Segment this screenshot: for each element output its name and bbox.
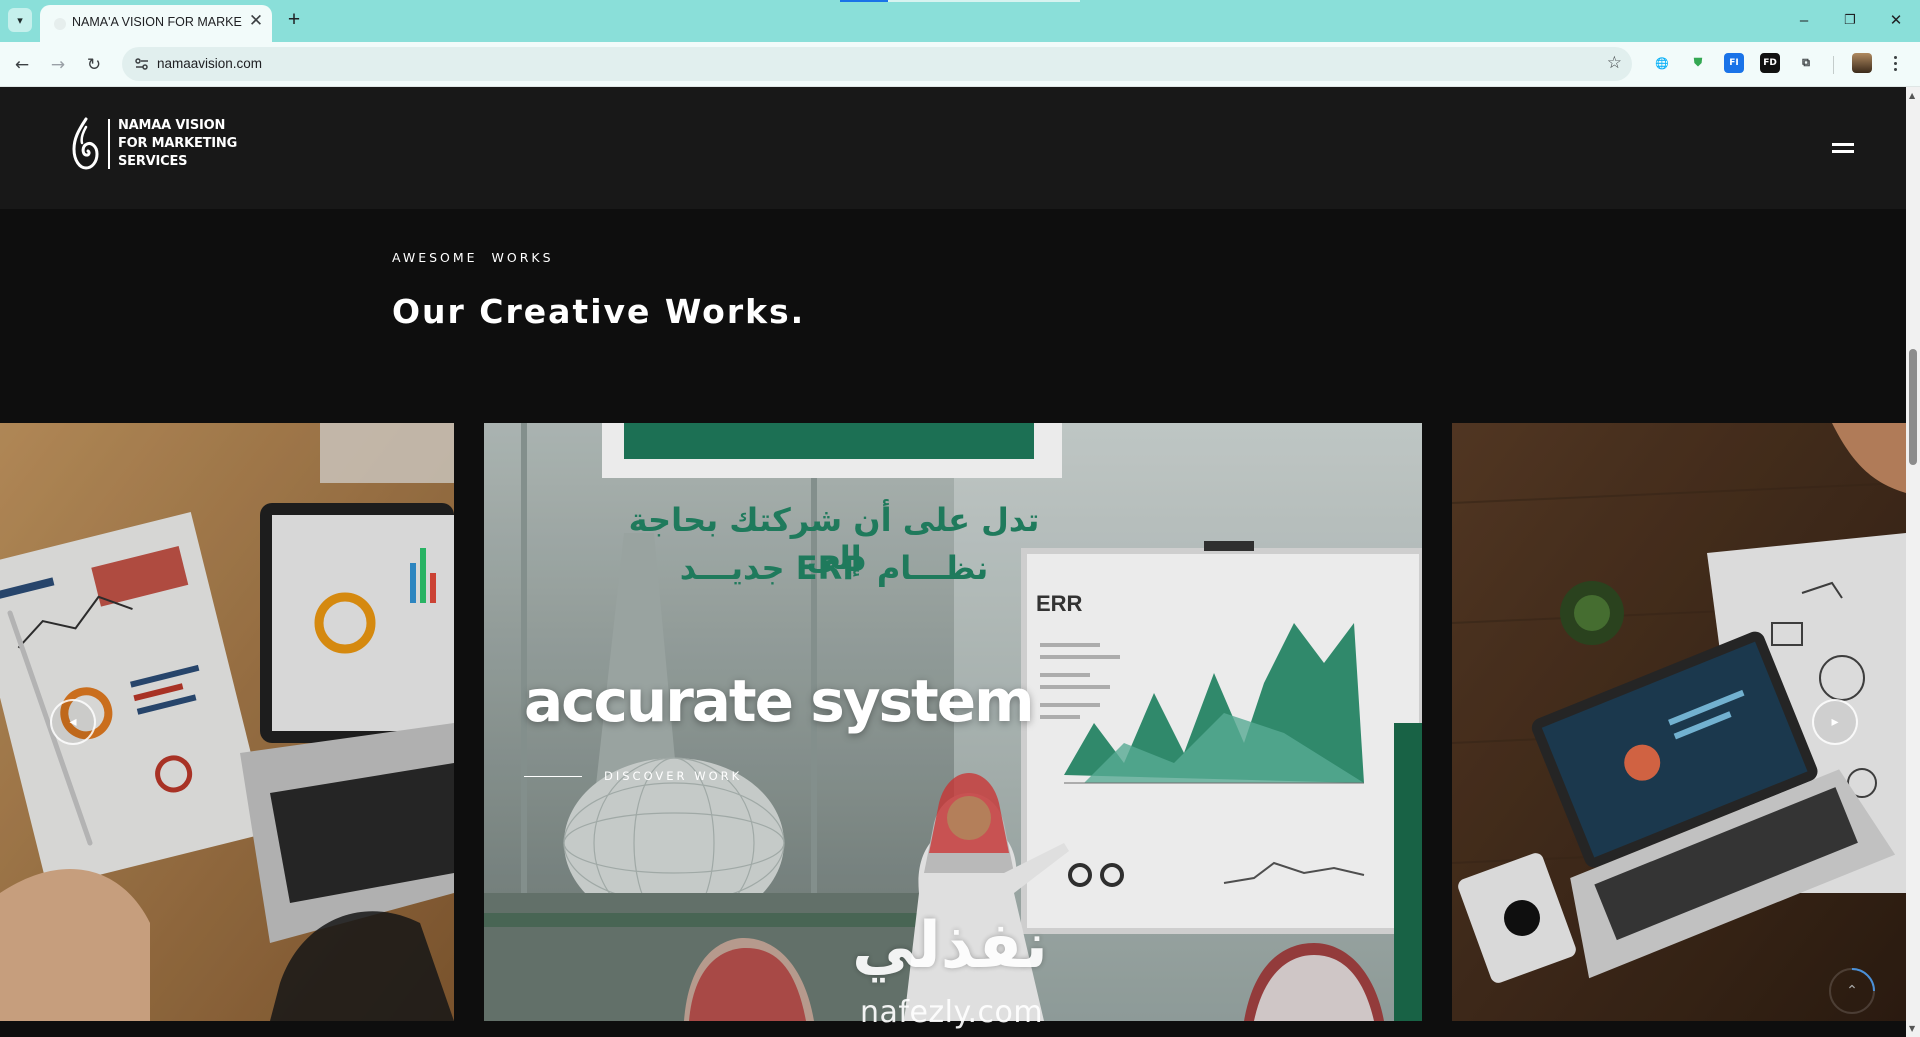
- shield-extension-icon[interactable]: ⛊: [1688, 53, 1708, 73]
- toolbar-divider: [1833, 56, 1834, 74]
- tab-close-icon[interactable]: ✕: [246, 11, 266, 31]
- puzzle-extensions-icon[interactable]: ⧉: [1796, 53, 1816, 73]
- address-bar[interactable]: namaavision.com ☆: [122, 47, 1632, 81]
- restore-window-button[interactable]: ❐: [1832, 6, 1868, 34]
- scroll-up-arrow-icon[interactable]: ▲: [1909, 91, 1915, 100]
- logo-line-1: NAMAA VISION: [118, 118, 226, 133]
- profile-avatar[interactable]: [1852, 53, 1872, 73]
- url-text: namaavision.com: [157, 56, 263, 71]
- bookmark-star-icon[interactable]: ☆: [1607, 53, 1622, 73]
- logo-divider: [108, 119, 110, 169]
- hamburger-menu-icon[interactable]: [1832, 143, 1854, 155]
- browser-toolbar: ← → ↻ namaavision.com ☆ 🌐 ⛊ FI FD ⧉: [0, 42, 1920, 87]
- ad-headline-arabic-line-2: نظـــام ERP جديـــد: [679, 549, 989, 587]
- logo-line-3: SERVICES: [118, 154, 188, 169]
- logo-flame-icon: [72, 117, 99, 170]
- discover-work-link[interactable]: DISCOVER WORK: [524, 769, 742, 783]
- scrollbar-thumb[interactable]: [1909, 349, 1917, 465]
- back-to-top-button[interactable]: ⌃: [1830, 969, 1874, 1013]
- section-eyebrow: AWESOME WORKS: [392, 250, 554, 265]
- section-title: Our Creative Works.: [392, 292, 806, 331]
- browser-tab-active[interactable]: NAMA'A VISION FOR MARKETI ✕: [40, 5, 272, 42]
- loading-indicator-track: [888, 0, 1080, 2]
- chevron-up-icon: ⌃: [1846, 983, 1858, 999]
- loading-indicator: [840, 0, 888, 2]
- page-scrollbar[interactable]: ▲ ▼: [1906, 87, 1920, 1037]
- slide-caption-title[interactable]: accurate system: [524, 667, 1035, 735]
- forward-arrow-icon[interactable]: →: [44, 51, 72, 79]
- slider-next-button[interactable]: ▸: [1812, 699, 1858, 745]
- minimize-window-button[interactable]: –: [1786, 6, 1822, 34]
- reload-icon[interactable]: ↻: [80, 51, 108, 79]
- caption-line-divider: [524, 775, 582, 777]
- site-logo[interactable]: NAMAA VISION FOR MARKETING SERVICES: [70, 117, 237, 171]
- close-window-button[interactable]: ✕: [1878, 6, 1914, 34]
- web-page: NAMAA VISION FOR MARKETING SERVICES AWES…: [0, 87, 1906, 1037]
- site-header: NAMAA VISION FOR MARKETING SERVICES: [0, 87, 1906, 209]
- translate-extension-icon[interactable]: 🌐: [1652, 53, 1672, 73]
- back-arrow-icon[interactable]: ←: [8, 51, 36, 79]
- site-info-tune-icon[interactable]: [132, 54, 152, 74]
- tab-favicon-icon: [54, 18, 66, 30]
- logo-text: NAMAA VISION FOR MARKETING SERVICES: [118, 117, 237, 171]
- discover-work-label: DISCOVER WORK: [604, 769, 743, 783]
- tab-title: NAMA'A VISION FOR MARKETI: [72, 15, 242, 29]
- tab-search-chevron-icon[interactable]: ▾: [8, 8, 32, 32]
- new-tab-button[interactable]: +: [282, 8, 306, 32]
- browser-tab-strip: ▾ NAMA'A VISION FOR MARKETI ✕ + – ❐ ✕: [0, 0, 1920, 42]
- fd-extension-icon[interactable]: FD: [1760, 53, 1780, 73]
- slider-prev-button[interactable]: ◂: [50, 699, 96, 745]
- browser-menu-icon[interactable]: [1888, 52, 1902, 74]
- watermark-arabic: نفذلي: [852, 909, 1048, 983]
- fi-extension-icon[interactable]: FI: [1724, 53, 1744, 73]
- scroll-down-arrow-icon[interactable]: ▼: [1909, 1024, 1915, 1033]
- watermark-latin: nafezly.com: [860, 995, 1044, 1030]
- whiteboard-label: ERR: [1036, 591, 1083, 616]
- logo-line-2: FOR MARKETING: [118, 136, 238, 151]
